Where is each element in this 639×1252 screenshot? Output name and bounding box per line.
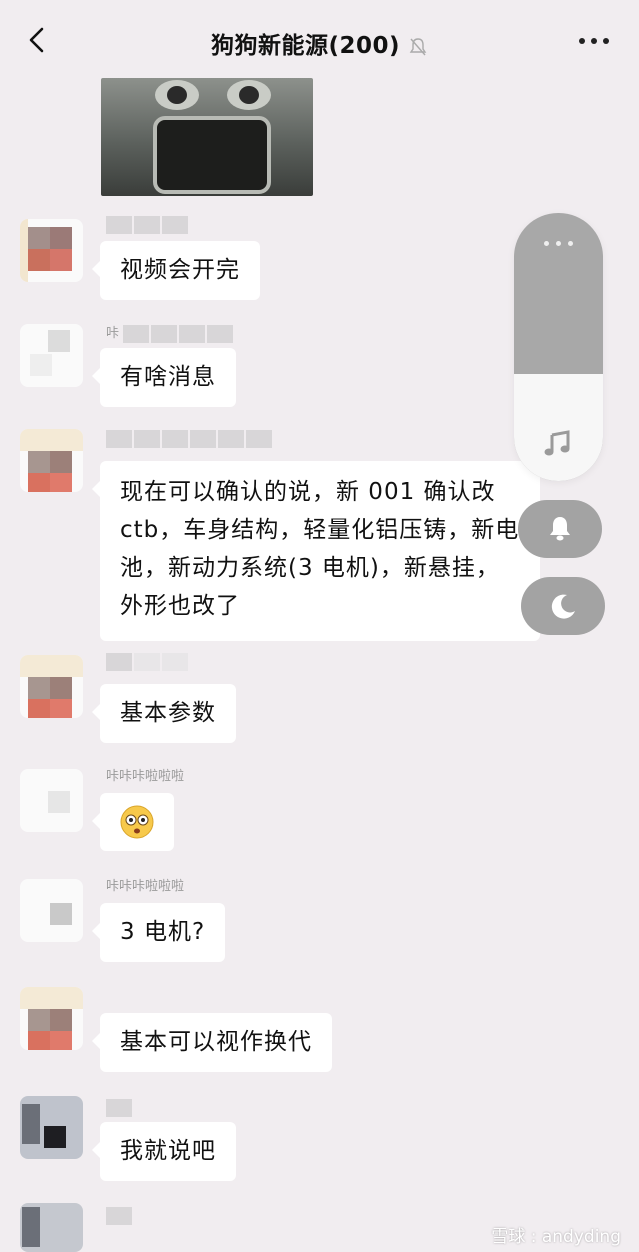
message-bubble[interactable]: 3 电机? [91,903,226,962]
chat-title: 狗狗新能源(200) [0,26,639,60]
chat-header: 狗狗新能源(200) [0,0,639,78]
sender-name [106,1206,134,1226]
avatar[interactable] [20,987,83,1050]
watermark: 雪球 : andyding [491,1227,621,1247]
do-not-disturb-button[interactable] [521,577,605,635]
avatar[interactable] [20,1096,83,1159]
sender-name [106,652,190,672]
more-dots-icon[interactable] [544,241,574,246]
sender-name [106,215,190,235]
avatar[interactable] [20,655,83,718]
shared-image-message[interactable] [101,78,313,196]
sender-name: 咔咔咔啦啦啦 [106,879,185,894]
avatar[interactable] [20,429,83,492]
sender-name [106,429,274,449]
emoji-message-bubble[interactable] [92,793,174,851]
ringer-toggle-button[interactable] [518,500,602,558]
avatar[interactable] [20,879,83,942]
music-note-icon [544,430,570,456]
chat-title-text: 狗狗新能源(200) [210,33,401,59]
avatar[interactable] [20,769,83,832]
muted-bell-icon [409,37,427,55]
avatar[interactable] [20,1203,83,1252]
avatar[interactable] [20,219,83,282]
surprised-face-emoji-icon [120,805,154,839]
avatar[interactable] [20,324,83,387]
message-bubble[interactable]: 基本参数 [92,684,236,743]
sender-name [106,1098,134,1118]
moon-icon [551,594,575,619]
message-bubble[interactable]: 有啥消息 [92,348,236,407]
sender-name: 咔 [106,324,235,344]
sender-name: 咔咔咔啦啦啦 [106,769,185,784]
more-options-icon[interactable] [579,38,611,46]
message-bubble[interactable]: 现在可以确认的说，新 001 确认改 ctb，车身结构，轻量化铝压铸，新电池，新… [92,461,540,641]
message-bubble[interactable]: 视频会开完 [92,241,260,300]
message-bubble[interactable]: 基本可以视作换代 [92,1013,332,1072]
floating-volume-panel[interactable] [514,213,603,481]
bell-icon [550,517,570,541]
message-bubble[interactable]: 我就说吧 [92,1122,236,1181]
